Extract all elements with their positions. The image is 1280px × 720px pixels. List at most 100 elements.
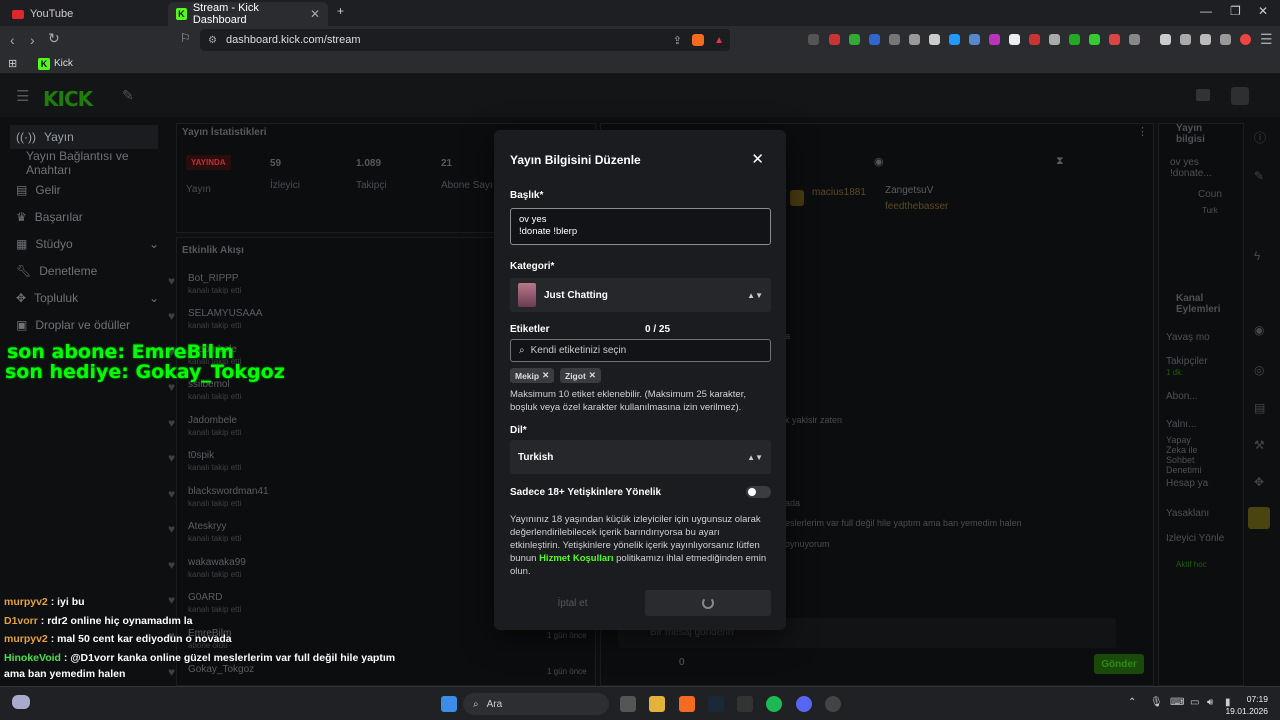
- subs-only-label[interactable]: Abon...: [1166, 391, 1198, 402]
- followers-only-label[interactable]: Takipçiler: [1166, 356, 1208, 367]
- extension-icon[interactable]: [1089, 34, 1100, 45]
- kick-logo[interactable]: KICK: [43, 87, 93, 111]
- discord-icon[interactable]: [796, 696, 812, 712]
- send-button[interactable]: Gönder: [1094, 654, 1144, 674]
- brave-rewards-icon[interactable]: ▲: [714, 35, 724, 46]
- wrench-icon[interactable]: ⚒: [1254, 438, 1265, 452]
- url-bar[interactable]: ⚙ dashboard.kick.com/stream ⇪ ▲: [200, 29, 730, 51]
- chat-icon[interactable]: ◉: [1254, 323, 1264, 337]
- tab-youtube[interactable]: YouTube: [4, 2, 164, 26]
- apps-icon[interactable]: ⊞: [8, 57, 17, 70]
- list-icon[interactable]: ▤: [1254, 401, 1265, 415]
- extension-icon[interactable]: [929, 34, 940, 45]
- extension-icon[interactable]: [829, 34, 840, 45]
- kick-badge-icon[interactable]: [1196, 89, 1210, 101]
- weather-icon[interactable]: [12, 695, 30, 709]
- sidebar-item-studio[interactable]: ▦ Stüdyo ⌄: [16, 232, 164, 256]
- file-explorer-icon[interactable]: [649, 696, 665, 712]
- volume-icon[interactable]: 🔊︎: [1207, 697, 1213, 708]
- brave-icon[interactable]: [679, 696, 695, 712]
- pin-icon[interactable]: ✎: [122, 87, 134, 104]
- reload-icon[interactable]: ↻: [48, 30, 60, 47]
- wallet-icon[interactable]: [1180, 34, 1191, 45]
- extension-icon[interactable]: [1069, 34, 1080, 45]
- edit-icon[interactable]: ✎: [1254, 169, 1264, 183]
- share-icon[interactable]: ⇪: [673, 34, 682, 47]
- viewer-management-label[interactable]: İzleyici Yönlen: [1166, 533, 1224, 544]
- tray-chevron-icon[interactable]: ⌃: [1128, 697, 1136, 708]
- extension-icon[interactable]: [1009, 34, 1020, 45]
- extension-icon[interactable]: [949, 34, 960, 45]
- task-view-icon[interactable]: [620, 696, 636, 712]
- extension-icon[interactable]: [849, 34, 860, 45]
- account-label[interactable]: Hesap ya: [1166, 478, 1208, 489]
- terms-link[interactable]: Hizmet Koşulları: [539, 553, 613, 564]
- sidebar-item-achievements[interactable]: ♛ Başarılar: [16, 205, 83, 229]
- close-window-button[interactable]: ✕: [1258, 4, 1268, 18]
- only-label[interactable]: Yalnı...: [1166, 419, 1196, 430]
- broadcast-icon[interactable]: ◎: [1254, 363, 1264, 377]
- new-tab-button[interactable]: +: [337, 4, 344, 18]
- extension-icon[interactable]: [889, 34, 900, 45]
- sidebar-item-stream[interactable]: ((·)) Yayın: [10, 125, 158, 149]
- forward-icon[interactable]: ›: [30, 32, 35, 48]
- maximize-button[interactable]: ❐: [1230, 4, 1241, 18]
- bookmark-icon[interactable]: ⚐: [180, 31, 191, 45]
- mic-icon[interactable]: 🎙︎: [1150, 697, 1163, 708]
- extension-icon[interactable]: [909, 34, 920, 45]
- adult-toggle[interactable]: [746, 486, 771, 498]
- sidebar-item-revenue[interactable]: ▤ Gelir: [16, 178, 61, 202]
- back-icon[interactable]: ‹: [10, 32, 15, 48]
- users-icon[interactable]: ✥: [1254, 475, 1264, 489]
- brave-shield-icon[interactable]: [692, 34, 704, 46]
- extension-icon[interactable]: [969, 34, 980, 45]
- user-avatar[interactable]: [1231, 87, 1249, 105]
- extension-icon[interactable]: [1029, 34, 1040, 45]
- taskbar-search[interactable]: ⌕ Ara: [463, 693, 609, 715]
- info-icon[interactable]: ⓘ: [1254, 129, 1266, 146]
- extension-icon[interactable]: [1129, 34, 1140, 45]
- sidebar-toggle-icon[interactable]: [1160, 34, 1171, 45]
- epic-games-icon[interactable]: [737, 696, 753, 712]
- keyboard-icon[interactable]: ⌨: [1170, 697, 1184, 708]
- windows-start-icon[interactable]: [441, 696, 457, 712]
- steam-icon[interactable]: [708, 696, 724, 712]
- sidebar-item-community[interactable]: ✥ Topluluk ⌄: [16, 286, 164, 310]
- spotify-icon[interactable]: [766, 696, 782, 712]
- menu-icon[interactable]: ☰: [1260, 31, 1273, 48]
- sidebar-item-moderation[interactable]: 🔧︎ Denetleme: [16, 259, 97, 283]
- extension-icon[interactable]: [808, 34, 819, 45]
- extension-icon[interactable]: [989, 34, 1000, 45]
- profile-avatar[interactable]: [1240, 34, 1251, 45]
- extension-icon[interactable]: [869, 34, 880, 45]
- banned-label[interactable]: Yasaklanı: [1166, 508, 1209, 519]
- chat-icon[interactable]: ◉: [874, 155, 884, 168]
- slow-mode-label[interactable]: Yavaş mo: [1166, 332, 1210, 343]
- highlight-icon[interactable]: [1248, 507, 1270, 529]
- tab-kick-dashboard[interactable]: K Stream - Kick Dashboard ✕: [168, 2, 328, 26]
- save-button[interactable]: [645, 590, 771, 616]
- tag-chip[interactable]: Mekip ✕: [510, 368, 555, 383]
- category-select[interactable]: Just Chatting ▲▼: [510, 278, 771, 312]
- hourglass-icon[interactable]: ⧗: [1056, 155, 1064, 168]
- bookmark-kick[interactable]: Kick: [54, 58, 73, 69]
- site-info-icon[interactable]: ⚙: [208, 35, 217, 46]
- extension-icon[interactable]: [1049, 34, 1060, 45]
- vpn-icon[interactable]: [1220, 34, 1231, 45]
- hamburger-menu-icon[interactable]: ☰: [16, 87, 29, 105]
- minimize-button[interactable]: —: [1200, 4, 1212, 18]
- remove-tag-icon[interactable]: ✕: [589, 370, 596, 381]
- clock[interactable]: 07:19 19.01.2026: [1225, 693, 1268, 717]
- remove-tag-icon[interactable]: ✕: [542, 370, 549, 381]
- tag-chip[interactable]: Zigot ✕: [560, 368, 601, 383]
- bolt-icon[interactable]: ϟ: [1254, 249, 1260, 263]
- close-tab-icon[interactable]: ✕: [310, 7, 320, 21]
- extensions-icon[interactable]: [1200, 34, 1211, 45]
- sidebar-item-stream-key[interactable]: Yayın Bağlantısı ve Anahtarı: [26, 149, 172, 177]
- language-select[interactable]: Turkish ▲▼: [510, 440, 771, 474]
- more-options-icon[interactable]: ⋮: [1137, 125, 1148, 138]
- cancel-button[interactable]: İptal et: [510, 590, 635, 616]
- obs-icon[interactable]: [825, 696, 841, 712]
- extension-icon[interactable]: [1109, 34, 1120, 45]
- ai-moderation-label[interactable]: Yapay Zeka ile Sohbet Denetimi: [1166, 435, 1212, 475]
